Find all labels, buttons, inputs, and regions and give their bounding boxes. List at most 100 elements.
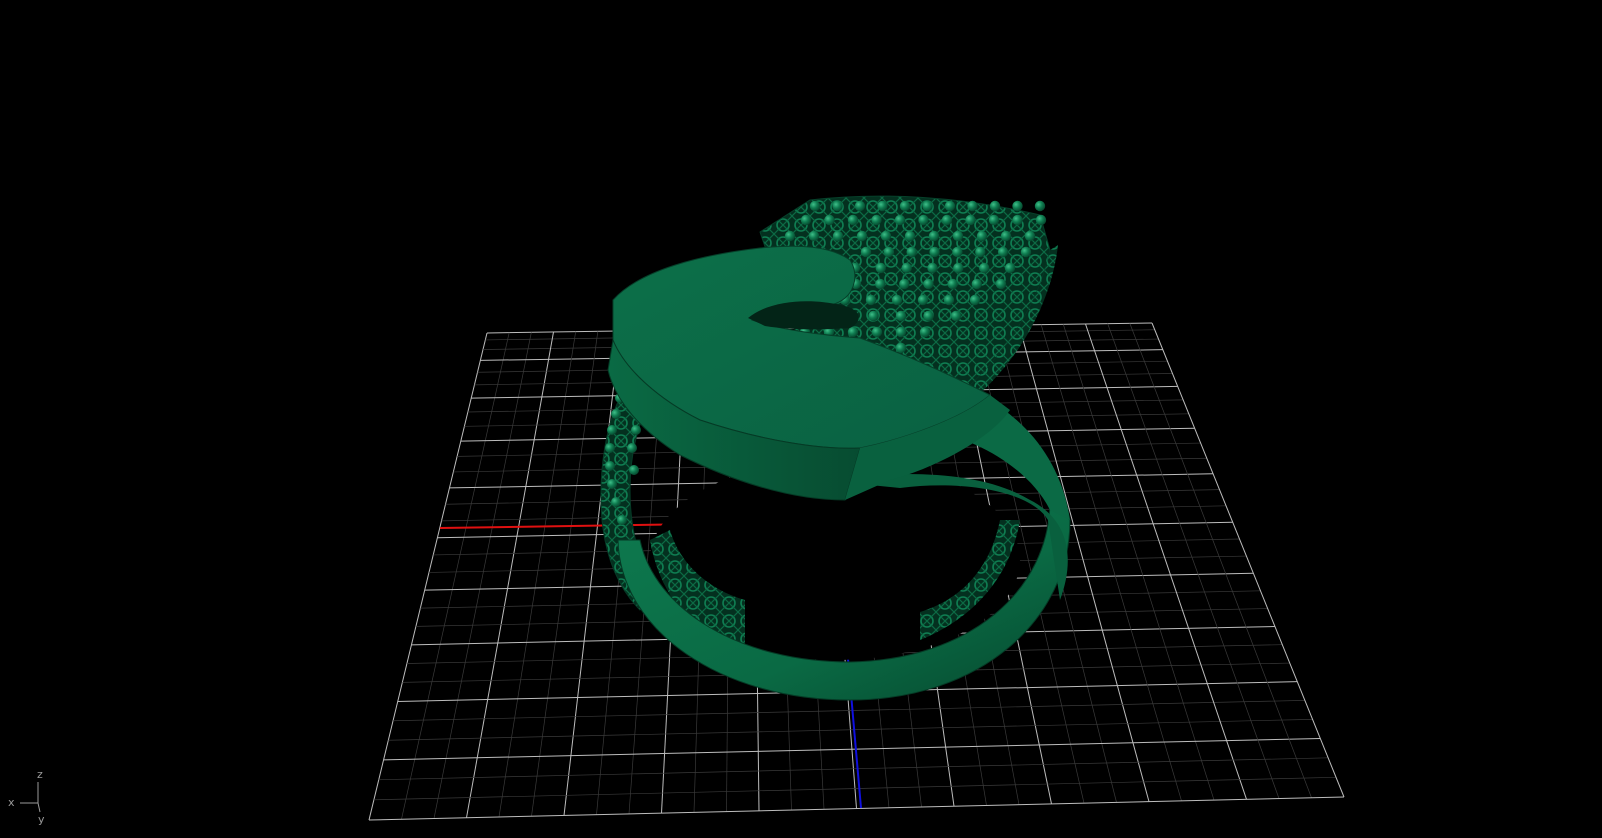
grid-line [393, 700, 1305, 722]
pave-bead [927, 262, 938, 274]
grid-line [368, 332, 488, 821]
triad-y-line [37, 802, 41, 813]
grid-line [531, 331, 599, 817]
pave-bead [847, 214, 859, 226]
viewport-canvas[interactable]: x z y [0, 0, 1602, 838]
pave-bead [860, 246, 872, 258]
pave-bead [947, 278, 958, 290]
pave-bead [975, 246, 986, 258]
shank-bead [611, 409, 621, 419]
pave-bead [880, 230, 892, 242]
pave-bead [808, 230, 820, 242]
pave-bead [1024, 230, 1036, 242]
pave-bead [901, 262, 912, 274]
grid-line [368, 796, 1345, 821]
triad-z-label: z [37, 768, 43, 781]
pave-bead [944, 200, 956, 212]
pave-bead [967, 200, 978, 212]
pave-bead [953, 262, 964, 274]
pave-bead [832, 200, 843, 212]
pave-bead [929, 246, 940, 258]
axis-triad: x z y [8, 768, 45, 826]
pave-bead [923, 278, 934, 290]
pave-bead [899, 200, 911, 212]
grid-line [1151, 322, 1345, 798]
pave-bead [899, 278, 910, 290]
pave-bead [971, 278, 982, 290]
ring-model[interactable] [600, 195, 1071, 701]
pave-bead [952, 230, 964, 242]
pave-bead [928, 230, 940, 242]
grid-line [1129, 323, 1312, 798]
pave-bead [906, 246, 917, 258]
pave-bead [1012, 200, 1023, 212]
pave-bead [997, 246, 1009, 258]
pave-bead [965, 214, 976, 226]
pave-bead [809, 200, 821, 212]
pave-bead [995, 278, 1007, 290]
shank-bead [617, 515, 627, 525]
pave-bead [988, 214, 1000, 226]
pave-bead [895, 342, 907, 354]
pave-bead [1034, 200, 1046, 212]
grid-line [373, 776, 1337, 801]
pave-bead [875, 262, 886, 274]
pave-bead [917, 294, 929, 306]
grid-line [1085, 323, 1247, 800]
pave-bead [824, 214, 835, 226]
pave-bead [832, 230, 844, 242]
pave-bead [871, 326, 883, 338]
pave-bead [904, 230, 916, 242]
shank-bead [631, 425, 641, 435]
pave-bead [895, 310, 907, 322]
pave-bead [895, 326, 907, 338]
grid-line [1107, 323, 1280, 799]
pave-bead [871, 214, 882, 226]
pave-bead [919, 326, 931, 338]
pave-bead [941, 214, 953, 226]
shank-bead [607, 425, 617, 435]
pave-bead [1020, 246, 1032, 258]
shank-bead [611, 497, 621, 507]
pave-bead [883, 246, 895, 258]
grid-line [1062, 324, 1215, 801]
shank-bead [605, 461, 615, 471]
shank-bead [627, 443, 637, 453]
pave-bead [1035, 214, 1047, 226]
grid-line [466, 331, 554, 818]
pave-bead [865, 294, 877, 306]
pave-bead [868, 310, 879, 322]
pave-bead [1000, 230, 1012, 242]
grid-line [383, 738, 1321, 761]
pave-bead [1012, 214, 1023, 226]
pave-bead [989, 200, 1001, 212]
pave-bead [856, 230, 868, 242]
pave-bead [877, 200, 888, 212]
grid-line [378, 757, 1329, 781]
grid-line [563, 330, 621, 816]
triad-x-label: x [8, 796, 15, 809]
pave-bead [976, 230, 988, 242]
pave-bead [891, 294, 903, 306]
pave-bead [784, 230, 796, 242]
grid-line [433, 332, 532, 819]
pave-bead [952, 246, 963, 258]
pave-bead [854, 200, 866, 212]
pave-bead [800, 214, 812, 226]
triad-y-label: y [38, 813, 45, 826]
pave-bead [979, 262, 990, 274]
pave-bead [875, 278, 886, 290]
pave-bead [943, 294, 955, 306]
pave-bead [923, 310, 934, 322]
grid-line [401, 332, 510, 820]
shank-bead [607, 479, 617, 489]
pave-bead [918, 214, 929, 226]
pave-bead [969, 294, 981, 306]
pave-bead [847, 326, 859, 338]
shank-bead [629, 465, 639, 475]
pave-bead [1004, 262, 1016, 274]
pave-bead [950, 310, 962, 322]
grid-line [388, 719, 1313, 741]
3d-viewport[interactable]: x z y [0, 0, 1602, 838]
pave-bead [922, 200, 933, 212]
